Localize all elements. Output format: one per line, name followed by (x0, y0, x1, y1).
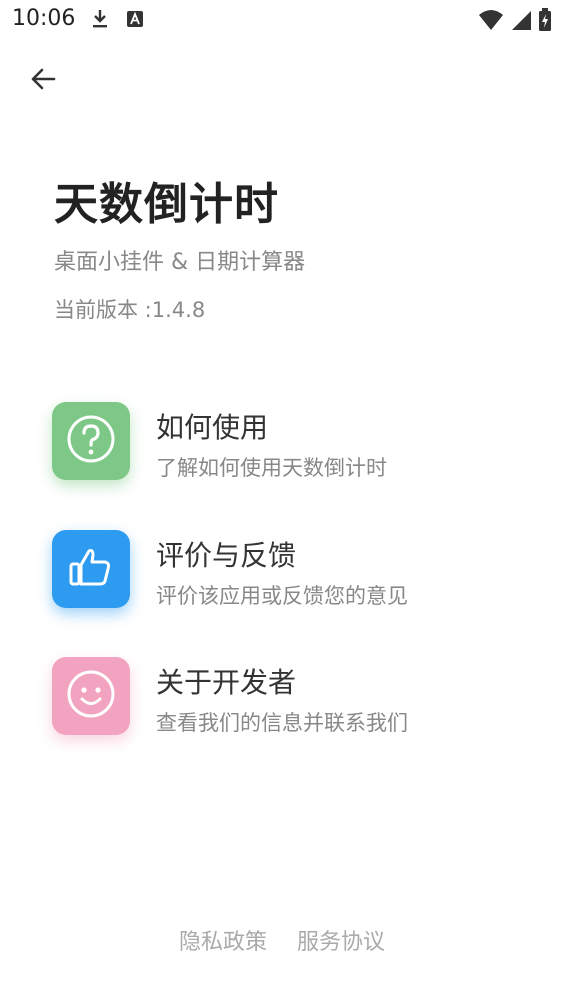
menu-item-about-developer[interactable]: 关于开发者 查看我们的信息并联系我们 (50, 657, 520, 741)
smiley-icon (65, 668, 117, 724)
menu-desc: 了解如何使用天数倒计时 (156, 456, 387, 480)
menu-desc: 查看我们的信息并联系我们 (156, 711, 408, 735)
question-circle-icon (65, 413, 117, 469)
thumbs-up-icon (65, 541, 117, 597)
font-a-icon (126, 10, 144, 32)
app-title: 天数倒计时 (54, 179, 279, 230)
status-bar: 10:06 (0, 0, 564, 40)
status-time: 10:06 (12, 6, 76, 31)
download-icon (90, 8, 110, 34)
app-version: 当前版本 :1.4.8 (54, 298, 206, 322)
wifi-icon (478, 9, 504, 35)
terms-of-service-link[interactable]: 服务协议 (297, 924, 385, 956)
menu-icon-tile (52, 530, 130, 608)
back-button[interactable] (26, 64, 60, 98)
battery-charging-icon (538, 8, 552, 36)
menu-title: 评价与反馈 (156, 539, 297, 572)
status-left-icons (90, 8, 144, 34)
menu-title: 关于开发者 (156, 666, 297, 699)
menu-item-feedback[interactable]: 评价与反馈 评价该应用或反馈您的意见 (50, 530, 520, 614)
footer-links: 隐私政策 服务协议 (0, 924, 564, 956)
signal-icon (510, 9, 532, 35)
app-subtitle: 桌面小挂件 & 日期计算器 (54, 250, 306, 275)
menu-title: 如何使用 (156, 411, 269, 444)
privacy-policy-link[interactable]: 隐私政策 (179, 924, 267, 956)
menu-item-how-to-use[interactable]: 如何使用 了解如何使用天数倒计时 (50, 402, 520, 486)
arrow-left-icon (29, 65, 57, 97)
menu-icon-tile (52, 657, 130, 735)
menu-icon-tile (52, 402, 130, 480)
status-right-icons (478, 8, 552, 36)
menu-desc: 评价该应用或反馈您的意见 (156, 584, 408, 608)
